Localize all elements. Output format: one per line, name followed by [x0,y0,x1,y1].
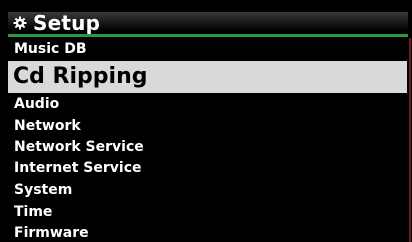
right-edge-border [409,38,411,242]
menu-item-internet-service[interactable]: Internet Service [8,158,407,179]
header-bar: Setup [8,12,408,34]
menu-item-audio[interactable]: Audio [8,94,407,115]
menu-item-network[interactable]: Network [8,116,407,137]
menu-item-time[interactable]: Time [8,202,407,223]
menu-item-cd-ripping[interactable]: Cd Ripping [8,61,407,93]
menu-item-system[interactable]: System [8,180,407,201]
menu-item-firmware[interactable]: Firmware [8,223,407,242]
setup-screen: Setup Music DB Cd Ripping Audio Network … [0,0,412,242]
menu-item-music-db[interactable]: Music DB [8,39,407,60]
setup-menu: Music DB Cd Ripping Audio Network Networ… [8,37,409,242]
gear-icon [12,15,28,31]
page-title: Setup [33,11,101,35]
menu-item-network-service[interactable]: Network Service [8,137,407,158]
